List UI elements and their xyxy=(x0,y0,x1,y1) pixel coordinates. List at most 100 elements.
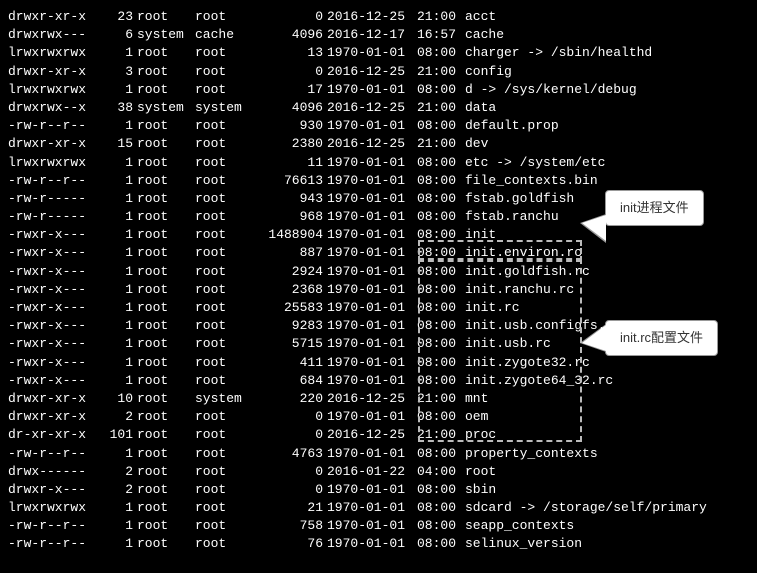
col-perms: drwxr-xr-x xyxy=(8,390,98,408)
col-links: 3 xyxy=(98,63,137,81)
col-time: 08:00 xyxy=(417,535,465,553)
col-owner: root xyxy=(137,445,195,463)
col-time: 08:00 xyxy=(417,481,465,499)
col-date: 1970-01-01 xyxy=(327,335,417,353)
col-perms: -rwxr-x--- xyxy=(8,354,98,372)
col-name: fstab.goldfish xyxy=(465,190,574,208)
col-group: root xyxy=(195,408,253,426)
col-group: system xyxy=(195,99,253,117)
col-links: 1 xyxy=(98,263,137,281)
col-links: 1 xyxy=(98,244,137,262)
list-row: -rwxr-x---1rootroot14889041970-01-0108:0… xyxy=(8,226,749,244)
list-row: -rw-r--r--1rootroot761970-01-0108:00seli… xyxy=(8,535,749,553)
col-size: 4096 xyxy=(253,26,327,44)
col-size: 25583 xyxy=(253,299,327,317)
col-owner: root xyxy=(137,81,195,99)
col-group: root xyxy=(195,117,253,135)
col-date: 1970-01-01 xyxy=(327,44,417,62)
col-size: 2368 xyxy=(253,281,327,299)
col-perms: lrwxrwxrwx xyxy=(8,81,98,99)
col-time: 21:00 xyxy=(417,426,465,444)
col-links: 15 xyxy=(98,135,137,153)
col-name: init.zygote64_32.rc xyxy=(465,372,613,390)
col-perms: -rw-r--r-- xyxy=(8,445,98,463)
col-perms: drwxrwx--- xyxy=(8,26,98,44)
col-owner: root xyxy=(137,499,195,517)
col-perms: dr-xr-xr-x xyxy=(8,426,98,444)
col-owner: root xyxy=(137,317,195,335)
col-owner: root xyxy=(137,244,195,262)
col-perms: -rwxr-x--- xyxy=(8,244,98,262)
list-row: -rwxr-x---1rootroot255831970-01-0108:00i… xyxy=(8,299,749,317)
col-perms: -rw-r--r-- xyxy=(8,172,98,190)
col-owner: root xyxy=(137,208,195,226)
col-owner: system xyxy=(137,26,195,44)
terminal-output: drwxr-xr-x23rootroot02016-12-2521:00acct… xyxy=(8,8,749,554)
col-time: 21:00 xyxy=(417,63,465,81)
col-links: 1 xyxy=(98,317,137,335)
col-date: 1970-01-01 xyxy=(327,499,417,517)
col-group: root xyxy=(195,372,253,390)
col-owner: root xyxy=(137,263,195,281)
col-size: 411 xyxy=(253,354,327,372)
col-date: 1970-01-01 xyxy=(327,299,417,317)
col-date: 1970-01-01 xyxy=(327,517,417,535)
col-name: default.prop xyxy=(465,117,559,135)
col-time: 08:00 xyxy=(417,372,465,390)
list-row: -rwxr-x---1rootroot6841970-01-0108:00ini… xyxy=(8,372,749,390)
col-links: 1 xyxy=(98,44,137,62)
list-row: drwxr-xr-x23rootroot02016-12-2521:00acct xyxy=(8,8,749,26)
col-owner: root xyxy=(137,226,195,244)
col-links: 101 xyxy=(98,426,137,444)
col-name: mnt xyxy=(465,390,488,408)
col-owner: system xyxy=(137,99,195,117)
col-name: oem xyxy=(465,408,488,426)
col-date: 1970-01-01 xyxy=(327,172,417,190)
col-group: cache xyxy=(195,26,253,44)
col-perms: lrwxrwxrwx xyxy=(8,154,98,172)
col-date: 1970-01-01 xyxy=(327,263,417,281)
col-name: file_contexts.bin xyxy=(465,172,598,190)
list-row: -rwxr-x---1rootroot23681970-01-0108:00in… xyxy=(8,281,749,299)
col-links: 1 xyxy=(98,172,137,190)
col-owner: root xyxy=(137,172,195,190)
col-perms: -rw-r--r-- xyxy=(8,535,98,553)
col-size: 0 xyxy=(253,426,327,444)
col-size: 684 xyxy=(253,372,327,390)
col-links: 1 xyxy=(98,208,137,226)
list-row: -rw-r--r--1rootroot766131970-01-0108:00f… xyxy=(8,172,749,190)
col-name: init.usb.rc xyxy=(465,335,551,353)
col-size: 13 xyxy=(253,44,327,62)
col-name: init.goldfish.rc xyxy=(465,263,590,281)
col-time: 08:00 xyxy=(417,517,465,535)
col-time: 21:00 xyxy=(417,390,465,408)
col-date: 2016-12-25 xyxy=(327,426,417,444)
col-time: 08:00 xyxy=(417,263,465,281)
col-perms: -rwxr-x--- xyxy=(8,226,98,244)
col-size: 76 xyxy=(253,535,327,553)
list-row: lrwxrwxrwx1rootroot171970-01-0108:00d ->… xyxy=(8,81,749,99)
col-time: 08:00 xyxy=(417,244,465,262)
col-owner: root xyxy=(137,354,195,372)
list-row: lrwxrwxrwx1rootroot131970-01-0108:00char… xyxy=(8,44,749,62)
col-owner: root xyxy=(137,63,195,81)
col-size: 220 xyxy=(253,390,327,408)
callout-label: init.rc配置文件 xyxy=(620,330,703,345)
col-time: 08:00 xyxy=(417,190,465,208)
col-time: 08:00 xyxy=(417,335,465,353)
col-perms: -rwxr-x--- xyxy=(8,317,98,335)
list-row: drwxr-xr-x10rootsystem2202016-12-2521:00… xyxy=(8,390,749,408)
col-date: 1970-01-01 xyxy=(327,226,417,244)
col-links: 1 xyxy=(98,354,137,372)
col-date: 1970-01-01 xyxy=(327,281,417,299)
col-group: root xyxy=(195,481,253,499)
col-time: 08:00 xyxy=(417,499,465,517)
col-owner: root xyxy=(137,390,195,408)
col-size: 887 xyxy=(253,244,327,262)
col-time: 08:00 xyxy=(417,317,465,335)
col-links: 6 xyxy=(98,26,137,44)
col-perms: drwx------ xyxy=(8,463,98,481)
list-row: -rw-r--r--1rootroot47631970-01-0108:00pr… xyxy=(8,445,749,463)
col-owner: root xyxy=(137,335,195,353)
col-perms: -rw-r----- xyxy=(8,190,98,208)
